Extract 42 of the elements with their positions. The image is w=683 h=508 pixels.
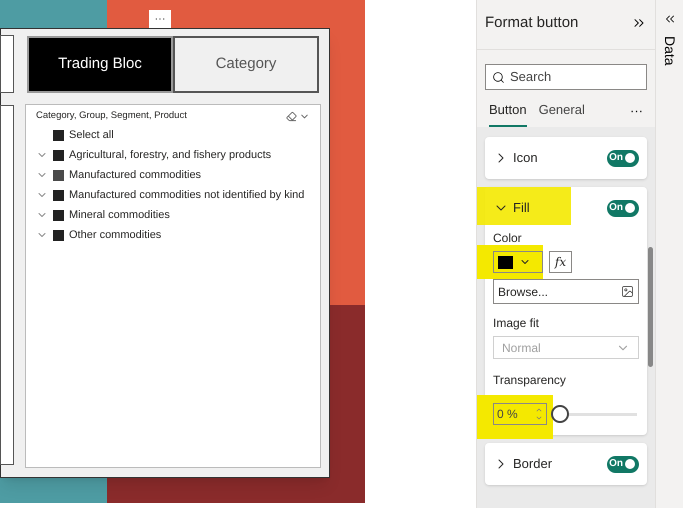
slider-thumb[interactable] xyxy=(551,405,569,423)
toggle-switch[interactable]: On xyxy=(607,200,639,216)
search-field[interactable]: Search xyxy=(485,64,647,90)
section-header[interactable]: Icon xyxy=(493,148,538,168)
eraser-icon[interactable] xyxy=(286,110,297,122)
visual-frame xyxy=(0,35,14,93)
slicer-title: Category, Group, Segment, Product xyxy=(36,109,187,123)
pane-title: Format button xyxy=(485,13,578,33)
search-icon xyxy=(492,70,505,84)
chevron-down-icon[interactable] xyxy=(535,414,543,422)
browse-field[interactable]: Browse... xyxy=(493,279,639,304)
more-options-button[interactable]: ··· xyxy=(149,10,171,28)
data-pane-title[interactable]: Data xyxy=(659,36,680,66)
chevron-up-icon[interactable] xyxy=(535,406,543,414)
toggle-switch[interactable]: On xyxy=(607,456,639,472)
fx-button[interactable]: fx xyxy=(549,251,572,273)
color-picker[interactable] xyxy=(493,251,543,273)
scrollbar-thumb[interactable] xyxy=(648,247,653,367)
transparency-input[interactable]: 0 % xyxy=(493,403,547,425)
checkbox[interactable] xyxy=(53,190,64,201)
checkbox[interactable] xyxy=(53,210,64,221)
pane-tab[interactable]: General xyxy=(538,100,585,127)
slicer-item[interactable]: Other commodities xyxy=(69,227,162,244)
checkbox[interactable] xyxy=(53,170,64,181)
field-label: Color xyxy=(493,230,523,247)
section-header[interactable]: Fill xyxy=(493,198,530,218)
checkbox[interactable] xyxy=(53,130,64,141)
section-header[interactable]: Border xyxy=(493,454,552,474)
field-label: Image fit xyxy=(493,315,540,332)
slicer-item[interactable]: Mineral commodities xyxy=(69,207,170,224)
checkbox[interactable] xyxy=(53,230,64,241)
slicer-button[interactable]: Trading Bloc xyxy=(27,36,173,93)
slicer-item[interactable]: Manufactured commodities xyxy=(69,167,202,184)
slicer-button[interactable]: Category xyxy=(173,36,319,93)
slicer-item[interactable]: Agricultural, forestry, and fishery products xyxy=(69,147,272,164)
checkbox[interactable] xyxy=(53,150,64,161)
slicer-item[interactable]: Select all xyxy=(69,127,114,144)
toggle-switch[interactable]: On xyxy=(607,150,639,166)
field-label: Transparency xyxy=(493,372,567,389)
more-button[interactable]: ··· xyxy=(630,100,643,126)
image-icon xyxy=(621,285,634,298)
slicer-item[interactable]: Manufactured commodities not identified by kind xyxy=(69,187,304,204)
